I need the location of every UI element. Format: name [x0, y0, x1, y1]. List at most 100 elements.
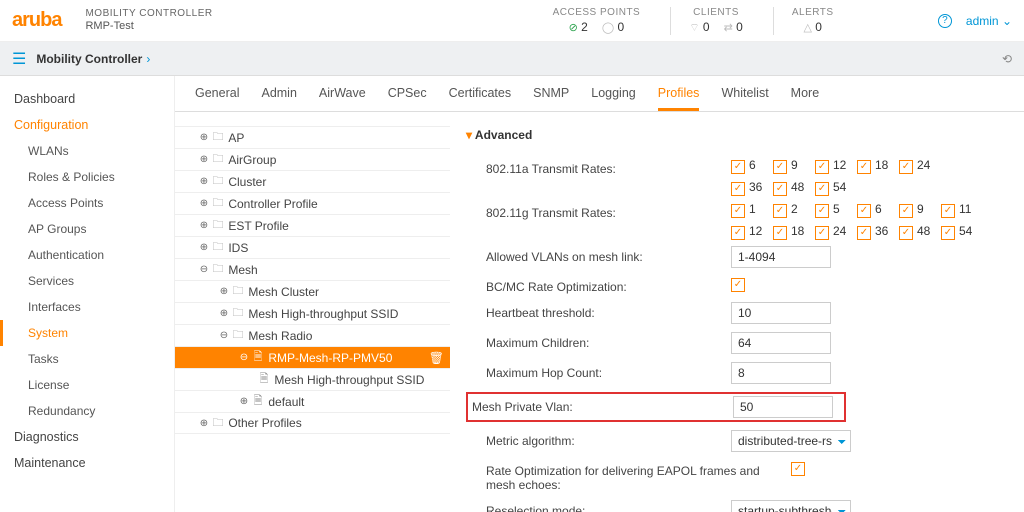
checkbox-icon[interactable] [815, 204, 829, 218]
sidebar-item-diagnostics[interactable]: Diagnostics [0, 424, 174, 450]
checkbox-eapol[interactable] [791, 462, 805, 476]
input-heartbeat[interactable] [731, 302, 831, 324]
checkbox-icon[interactable] [857, 160, 871, 174]
collapse-icon[interactable]: ⊖ [217, 330, 231, 341]
sidebar-item-roles-policies[interactable]: Roles & Policies [0, 164, 174, 190]
rate-a-9[interactable]: 9 [773, 158, 815, 172]
checkbox-icon[interactable] [773, 204, 787, 218]
checkbox-icon[interactable] [899, 204, 913, 218]
checkbox-icon[interactable] [731, 226, 745, 240]
sidebar-item-access-points[interactable]: Access Points [0, 190, 174, 216]
tree-item-airgroup[interactable]: ⊕🗀 AirGroup [175, 148, 450, 170]
expand-icon[interactable]: ⊕ [197, 154, 211, 165]
rate-a-36[interactable]: 36 [731, 180, 773, 194]
checkbox-icon[interactable] [815, 182, 829, 196]
refresh-icon[interactable]: ⟲ [1002, 52, 1012, 66]
sidebar-item-system[interactable]: System [0, 320, 174, 346]
expand-icon[interactable]: ⊕ [217, 308, 231, 319]
sidebar-item-authentication[interactable]: Authentication [0, 242, 174, 268]
checkbox-icon[interactable] [773, 160, 787, 174]
rate-g-48[interactable]: 48 [899, 224, 941, 238]
expand-icon[interactable]: ⊕ [197, 242, 211, 253]
rate-g-18[interactable]: 18 [773, 224, 815, 238]
sidebar-item-configuration[interactable]: Configuration [0, 112, 174, 138]
expand-icon[interactable]: ⊕ [197, 198, 211, 209]
sidebar-item-dashboard[interactable]: Dashboard [0, 86, 174, 112]
checkbox-icon[interactable] [773, 182, 787, 196]
expand-icon[interactable]: ⊕ [217, 286, 231, 297]
checkbox-icon[interactable] [899, 160, 913, 174]
tree-item-other-profiles[interactable]: ⊕🗀 Other Profiles [175, 412, 450, 434]
breadcrumb[interactable]: Mobility Controller [36, 52, 142, 66]
input-max-children[interactable] [731, 332, 831, 354]
rate-g-54[interactable]: 54 [941, 224, 983, 238]
checkbox-icon[interactable] [773, 226, 787, 240]
checkbox-icon[interactable] [857, 226, 871, 240]
sidebar-item-interfaces[interactable]: Interfaces [0, 294, 174, 320]
rate-a-54[interactable]: 54 [815, 180, 857, 194]
user-menu[interactable]: admin ⌄ [966, 14, 1012, 28]
rate-a-48[interactable]: 48 [773, 180, 815, 194]
expand-icon[interactable]: ⊕ [197, 220, 211, 231]
rate-a-6[interactable]: 6 [731, 158, 773, 172]
checkbox-icon[interactable] [857, 204, 871, 218]
collapse-icon[interactable]: ⊖ [197, 264, 211, 275]
expand-icon[interactable]: ⊕ [237, 396, 251, 407]
input-max-hop[interactable] [731, 362, 831, 384]
tab-cpsec[interactable]: CPSec [388, 86, 427, 111]
expand-icon[interactable]: ⊕ [197, 176, 211, 187]
input-allowed-vlans[interactable] [731, 246, 831, 268]
tree-item-mesh[interactable]: ⊖🗀 Mesh [175, 258, 450, 280]
rate-a-12[interactable]: 12 [815, 158, 857, 172]
sidebar-item-wlans[interactable]: WLANs [0, 138, 174, 164]
sidebar-item-services[interactable]: Services [0, 268, 174, 294]
tree-item-mesh-radio[interactable]: ⊖🗀 Mesh Radio [175, 324, 450, 346]
tab-certificates[interactable]: Certificates [449, 86, 512, 111]
select-metric[interactable]: distributed-tree-rssi [731, 430, 851, 452]
rate-g-5[interactable]: 5 [815, 202, 857, 216]
checkbox-icon[interactable] [815, 226, 829, 240]
sidebar-item-license[interactable]: License [0, 372, 174, 398]
tab-airwave[interactable]: AirWave [319, 86, 366, 111]
tree-item-mesh-ht-ssid[interactable]: ⊕🗀 Mesh High-throughput SSID [175, 302, 450, 324]
help-icon[interactable]: ? [938, 14, 952, 28]
select-reselection[interactable]: startup-subthreshold [731, 500, 851, 512]
tab-whitelist[interactable]: Whitelist [721, 86, 768, 111]
status-clients[interactable]: CLIENTS ⌔ 0 ⇄ 0 [670, 7, 743, 35]
sidebar-item-maintenance[interactable]: Maintenance [0, 450, 174, 476]
tree-item-default[interactable]: ⊕🗎 default [175, 390, 450, 412]
tree-item-ap[interactable]: ⊕🗀 AP [175, 126, 450, 148]
tab-general[interactable]: General [195, 86, 239, 111]
checkbox-icon[interactable] [899, 226, 913, 240]
checkbox-icon[interactable] [941, 226, 955, 240]
rate-g-1[interactable]: 1 [731, 202, 773, 216]
rate-a-18[interactable]: 18 [857, 158, 899, 172]
checkbox-icon[interactable] [815, 160, 829, 174]
tree-item-selected-profile[interactable]: ⊖🗎 RMP-Mesh-RP-PMV50🗑 [175, 346, 450, 368]
checkbox-bcmc[interactable] [731, 278, 745, 292]
input-mesh-private-vlan[interactable] [733, 396, 833, 418]
tree-item-mesh-cluster[interactable]: ⊕🗀 Mesh Cluster [175, 280, 450, 302]
tree-item-mesh-ht-ssid-child[interactable]: 🗎 Mesh High-throughput SSID [175, 368, 450, 390]
tab-admin[interactable]: Admin [261, 86, 296, 111]
checkbox-icon[interactable] [941, 204, 955, 218]
sidebar-item-redundancy[interactable]: Redundancy [0, 398, 174, 424]
rate-g-36[interactable]: 36 [857, 224, 899, 238]
expand-icon[interactable]: ⊕ [197, 132, 211, 143]
rate-g-2[interactable]: 2 [773, 202, 815, 216]
collapse-icon[interactable]: ⊖ [237, 352, 251, 363]
tab-more[interactable]: More [791, 86, 819, 111]
checkbox-icon[interactable] [731, 204, 745, 218]
expand-icon[interactable]: ⊕ [197, 418, 211, 429]
tree-item-est-profile[interactable]: ⊕🗀 EST Profile [175, 214, 450, 236]
checkbox-icon[interactable] [731, 182, 745, 196]
status-alerts[interactable]: ALERTS △ 0 [773, 7, 834, 35]
status-access-points[interactable]: ACCESS POINTS ⊘ 2 ◯ 0 [553, 7, 641, 35]
tab-snmp[interactable]: SNMP [533, 86, 569, 111]
tab-profiles[interactable]: Profiles [658, 86, 700, 111]
rate-g-24[interactable]: 24 [815, 224, 857, 238]
hamburger-icon[interactable]: ☰ [12, 49, 26, 69]
tree-item-ids[interactable]: ⊕🗀 IDS [175, 236, 450, 258]
tab-logging[interactable]: Logging [591, 86, 636, 111]
rate-a-24[interactable]: 24 [899, 158, 941, 172]
